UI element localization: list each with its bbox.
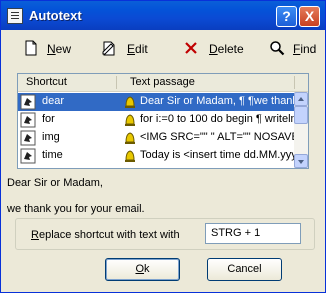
delete-label: elete bbox=[217, 42, 244, 56]
list-header: Shortcut Text passage bbox=[18, 74, 308, 92]
window-title: Autotext bbox=[29, 8, 82, 23]
app-document-icon bbox=[7, 8, 23, 24]
find-button[interactable]: Find bbox=[269, 40, 317, 58]
preview-line-1: Dear Sir or Madam, bbox=[7, 177, 103, 189]
new-document-icon bbox=[25, 40, 37, 56]
shortcut-hand-icon bbox=[20, 94, 36, 110]
column-header-text-passage[interactable]: Text passage bbox=[130, 76, 195, 88]
bell-icon bbox=[125, 150, 135, 162]
replace-shortcut-input[interactable]: STRG + 1 bbox=[205, 223, 301, 244]
new-label: ew bbox=[55, 42, 72, 56]
list-row[interactable]: time Today is <insert time dd.MM.yyyy bbox=[18, 147, 294, 165]
list-row[interactable]: for for i:=0 to 100 do begin ¶ writeln bbox=[18, 111, 294, 129]
delete-button[interactable]: Delete bbox=[183, 40, 245, 58]
shortcut-hand-icon bbox=[20, 112, 36, 128]
replace-mnemonic: R bbox=[31, 229, 39, 241]
shortcut-hand-icon bbox=[20, 130, 36, 146]
replace-label: Replace shortcut with text with bbox=[31, 229, 180, 241]
new-mnemonic: N bbox=[47, 42, 56, 56]
vertical-scrollbar[interactable] bbox=[294, 92, 308, 168]
scroll-up-icon[interactable] bbox=[294, 92, 308, 106]
row-shortcut: for bbox=[42, 113, 55, 125]
title-bar[interactable]: Autotext ? X bbox=[1, 1, 325, 30]
list-row[interactable]: dear Dear Sir or Madam, ¶ ¶we thank bbox=[18, 93, 294, 111]
row-shortcut: img bbox=[42, 131, 60, 143]
close-button[interactable]: X bbox=[299, 6, 320, 27]
find-label: ind bbox=[300, 42, 317, 56]
row-text-passage: Today is <insert time dd.MM.yyyy bbox=[140, 149, 294, 161]
ok-mnemonic: O bbox=[135, 263, 145, 275]
edit-button[interactable]: Edit bbox=[101, 40, 151, 58]
replace-label-rest: eplace shortcut with text with bbox=[38, 229, 180, 241]
ok-button[interactable]: Ok bbox=[105, 258, 180, 281]
new-button[interactable]: New bbox=[23, 40, 73, 58]
row-text-passage: <IMG SRC="" " ALT="" NOSAVE bbox=[140, 131, 294, 143]
row-shortcut: dear bbox=[42, 95, 65, 107]
scroll-thumb[interactable] bbox=[294, 106, 308, 124]
row-text-passage: for i:=0 to 100 do begin ¶ writeln bbox=[140, 113, 294, 125]
column-header-shortcut[interactable]: Shortcut bbox=[26, 76, 67, 88]
column-divider[interactable] bbox=[116, 76, 117, 89]
preview-line-2: we thank you for your email. bbox=[7, 203, 145, 215]
autotext-list[interactable]: Shortcut Text passage dear Dear Sir or M… bbox=[17, 73, 309, 169]
shortcut-hand-icon bbox=[20, 148, 36, 164]
ok-label-rest: k bbox=[144, 263, 150, 275]
row-text-passage: Dear Sir or Madam, ¶ ¶we thank bbox=[140, 95, 294, 107]
bell-icon bbox=[125, 132, 135, 144]
delete-mnemonic: D bbox=[209, 42, 218, 56]
delete-x-icon bbox=[185, 42, 197, 54]
help-button[interactable]: ? bbox=[276, 6, 297, 27]
list-row[interactable]: img <IMG SRC="" " ALT="" NOSAVE bbox=[18, 129, 294, 147]
bell-icon bbox=[125, 96, 135, 108]
cancel-button[interactable]: Cancel bbox=[207, 258, 282, 281]
bell-icon bbox=[125, 114, 135, 126]
scroll-down-icon[interactable] bbox=[294, 154, 308, 168]
column-divider[interactable] bbox=[294, 76, 295, 89]
magnifier-icon bbox=[270, 41, 285, 56]
autotext-dialog: Autotext ? X New Edit Delete Find Shortc… bbox=[0, 0, 326, 293]
edit-mnemonic: E bbox=[127, 42, 136, 56]
edit-label: dit bbox=[135, 42, 148, 56]
edit-icon bbox=[102, 41, 115, 56]
row-shortcut: time bbox=[42, 149, 63, 161]
